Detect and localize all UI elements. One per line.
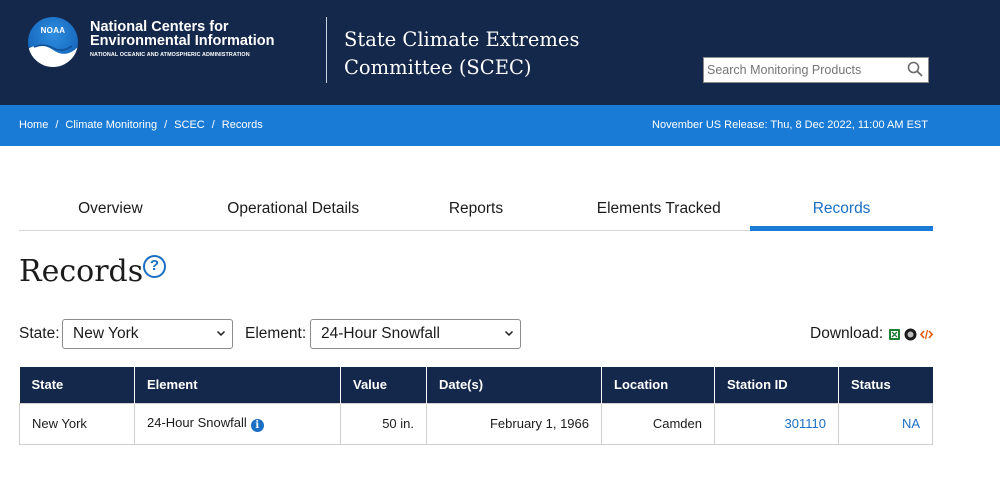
tab-elements-tracked[interactable]: Elements Tracked (567, 190, 750, 230)
excel-icon[interactable] (888, 328, 901, 341)
header-divider (326, 17, 327, 83)
element-select-value: 24-Hour Snowfall (321, 325, 440, 342)
cell-element: 24-Hour Snowfall i (134, 402, 341, 445)
site-title-line1: State Climate Extremes (344, 28, 580, 51)
breadcrumb-records: Records (221, 119, 263, 131)
breadcrumb-separator: / (55, 119, 59, 131)
tab-records[interactable]: Records (750, 190, 933, 231)
tab-operational-details[interactable]: Operational Details (202, 190, 385, 230)
cell-station-id: 301110 (714, 402, 839, 445)
tab-reports[interactable]: Reports (385, 190, 568, 230)
site-title[interactable]: State Climate Extremes Committee (SCEC) (344, 26, 604, 82)
cell-element-text: 24-Hour Snowfall (147, 415, 247, 430)
station-id-link[interactable]: 301110 (785, 416, 826, 431)
state-label: State: (19, 325, 60, 342)
table-row: New York 24-Hour Snowfall i 50 in. Februa… (19, 402, 933, 445)
tab-bar: Overview Operational Details Reports Ele… (19, 190, 933, 231)
records-table: State Element Value Date(s) Location Sta… (19, 367, 933, 445)
breadcrumb-separator: / (164, 119, 168, 131)
site-header: NOAA National Centers for Environmental … (0, 0, 1000, 105)
chevron-down-icon (504, 330, 514, 337)
breadcrumb-separator: / (211, 119, 215, 131)
cell-state: New York (19, 402, 135, 445)
breadcrumb-climate-monitoring[interactable]: Climate Monitoring (65, 119, 157, 131)
org-name-line2: Environmental Information (90, 33, 275, 49)
csv-icon[interactable] (904, 328, 917, 341)
column-header-element[interactable]: Element (134, 367, 341, 403)
table-header-row: State Element Value Date(s) Location Sta… (19, 367, 933, 403)
logo-text: NOAA (40, 26, 66, 35)
help-icon[interactable]: ? (143, 255, 166, 278)
element-select[interactable]: 24-Hour Snowfall (310, 319, 521, 349)
org-subtitle: NATIONAL OCEANIC AND ATMOSPHERIC ADMINIS… (90, 52, 250, 58)
breadcrumb: Home / Climate Monitoring / SCEC / Recor… (19, 119, 263, 131)
site-title-line2: Committee (SCEC) (344, 56, 532, 79)
column-header-station-id[interactable]: Station ID (714, 367, 839, 403)
search-icon[interactable] (907, 61, 923, 77)
noaa-logo[interactable]: NOAA (28, 17, 78, 67)
breadcrumb-bar: Home / Climate Monitoring / SCEC / Recor… (0, 105, 1000, 146)
release-info[interactable]: November US Release: Thu, 8 Dec 2022, 11… (652, 119, 928, 131)
org-name-line1: National Centers for (90, 19, 229, 35)
column-header-value[interactable]: Value (340, 367, 427, 403)
state-select-value: New York (73, 325, 139, 342)
cell-date: February 1, 1966 (426, 402, 602, 445)
noaa-seagull-icon (28, 44, 78, 67)
chevron-down-icon (216, 330, 226, 337)
breadcrumb-scec[interactable]: SCEC (174, 119, 205, 131)
cell-value: 50 in. (340, 402, 427, 445)
tab-overview[interactable]: Overview (19, 190, 202, 230)
org-name[interactable]: National Centers for Environmental Infor… (90, 19, 275, 49)
column-header-status[interactable]: Status (838, 367, 933, 403)
page-title: Records (19, 254, 144, 289)
status-link[interactable]: NA (902, 416, 920, 431)
search-input[interactable] (704, 58, 900, 82)
column-header-state[interactable]: State (19, 367, 135, 403)
cell-status: NA (838, 402, 933, 445)
column-header-location[interactable]: Location (601, 367, 715, 403)
code-icon[interactable] (920, 328, 933, 341)
download-label: Download: (810, 325, 884, 342)
breadcrumb-home[interactable]: Home (19, 119, 48, 131)
element-label: Element: (245, 325, 307, 342)
search-box (703, 57, 929, 83)
cell-location: Camden (601, 402, 715, 445)
state-select[interactable]: New York (62, 319, 233, 349)
column-header-dates[interactable]: Date(s) (426, 367, 602, 403)
info-icon[interactable]: i (250, 419, 264, 432)
